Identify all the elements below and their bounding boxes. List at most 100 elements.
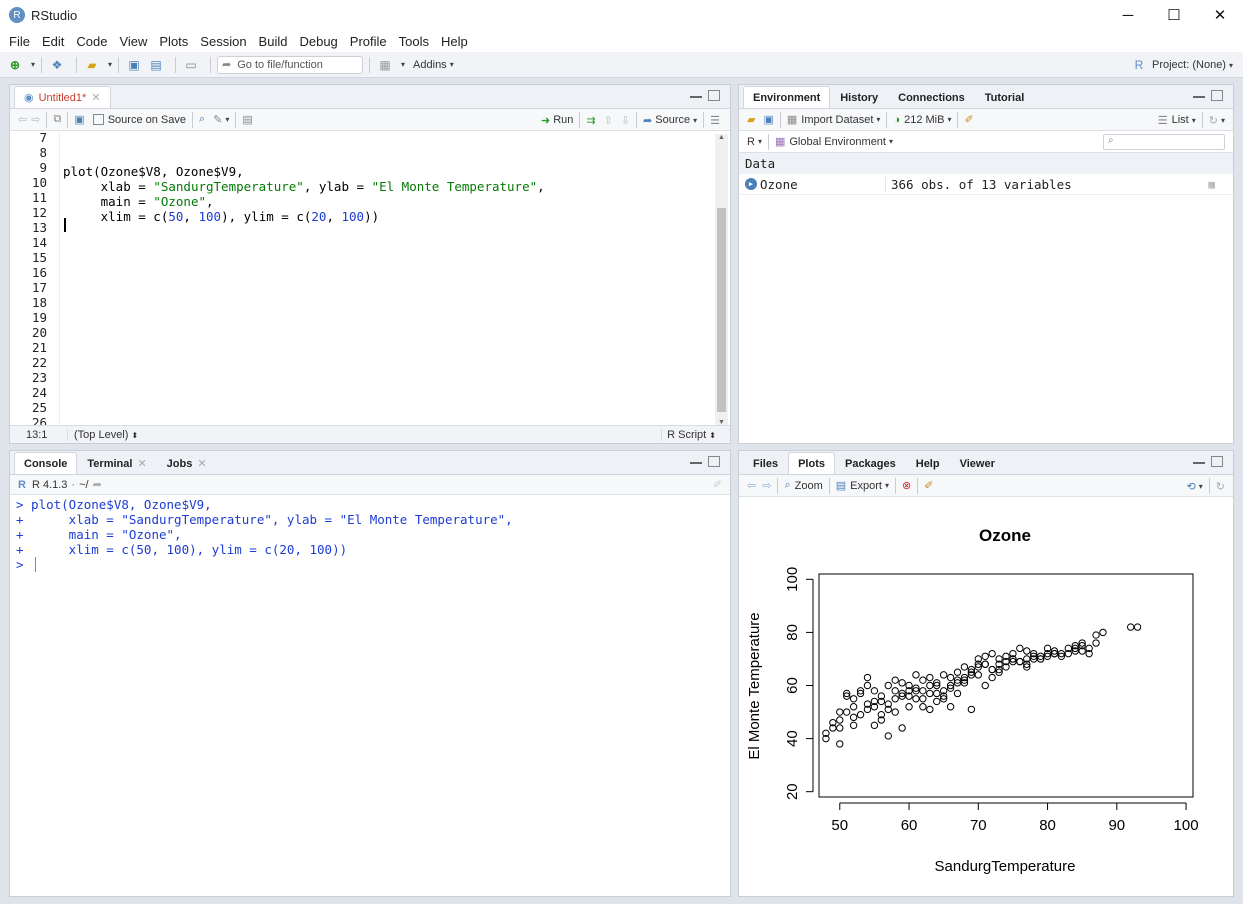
console-output[interactable]: > plot(Ozone$V8, Ozone$V9, + xlab = "San… [10, 495, 730, 895]
maximize-console-icon[interactable] [708, 456, 720, 467]
data-point [891, 687, 899, 695]
compile-report-icon[interactable]: ▤ [242, 113, 252, 126]
tab-terminal[interactable]: Terminal ✕ [77, 452, 156, 474]
maximize-pane-icon[interactable] [708, 90, 720, 101]
back-icon[interactable]: ⇦ [18, 113, 27, 126]
minimize-plots-icon[interactable] [1193, 462, 1205, 466]
menu-view[interactable]: View [113, 34, 153, 49]
scope-selector[interactable]: (Top Level) ⬍ [68, 429, 138, 441]
menu-code[interactable]: Code [70, 34, 113, 49]
close-tab-icon[interactable]: ✕ [91, 91, 100, 104]
file-type-selector[interactable]: R Script ⬍ [661, 428, 716, 441]
menu-debug[interactable]: Debug [293, 34, 343, 49]
goto-file-function-input[interactable]: ➦ Go to file/function [217, 55, 364, 74]
save-icon[interactable]: ▣ [125, 56, 143, 74]
tab-packages[interactable]: Packages [835, 452, 906, 474]
environment-search-input[interactable]: ⌕ [1103, 134, 1225, 150]
source-on-save-label: Source on Save [107, 113, 186, 126]
save-workspace-icon[interactable]: ▣ [763, 113, 773, 126]
data-point [884, 732, 892, 740]
menu-tools[interactable]: Tools [393, 34, 435, 49]
menu-session[interactable]: Session [194, 34, 252, 49]
minimize-console-icon[interactable] [690, 462, 702, 466]
save-all-icon[interactable]: ▤ [147, 56, 165, 74]
outline-icon[interactable]: ☰ [710, 114, 720, 127]
goto-arrow-icon: ➦ [222, 59, 232, 71]
code-tools-icon[interactable]: ✎ [213, 113, 222, 126]
go-to-directory-icon[interactable]: ➦ [93, 478, 102, 491]
tab-tutorial[interactable]: Tutorial [975, 86, 1035, 108]
language-select[interactable]: R [747, 136, 755, 148]
menu-profile[interactable]: Profile [344, 34, 393, 49]
source-button[interactable]: Source [655, 114, 690, 126]
load-workspace-icon[interactable]: ▰ [747, 113, 755, 126]
view-data-icon[interactable]: ▦ [1208, 178, 1215, 191]
tab-help[interactable]: Help [906, 452, 950, 474]
project-menu[interactable]: R Project: (None) ▾ [1130, 56, 1233, 74]
zoom-button[interactable]: Zoom [795, 480, 823, 492]
memory-usage[interactable]: 212 MiB [904, 114, 944, 126]
remove-plot-icon[interactable]: ⊗ [902, 479, 911, 492]
go-down-icon[interactable]: ⇩ [621, 114, 630, 127]
scrollbar-thumb[interactable] [717, 208, 726, 412]
tab-history[interactable]: History [830, 86, 888, 108]
tab-plots[interactable]: Plots [788, 452, 835, 474]
menu-plots[interactable]: Plots [153, 34, 194, 49]
broom-icon[interactable]: ✐ [964, 113, 973, 126]
tab-connections[interactable]: Connections [888, 86, 975, 108]
refresh-plot-icon[interactable]: ↻ [1216, 480, 1225, 493]
minimize-env-icon[interactable] [1193, 96, 1205, 100]
clear-console-icon[interactable]: ✐ [713, 478, 722, 491]
rerun-icon[interactable]: ⇉ [586, 114, 595, 127]
expand-icon[interactable]: ▶ [745, 178, 757, 190]
clear-plots-broom-icon[interactable]: ✐ [924, 479, 933, 492]
minimize-pane-icon[interactable] [690, 96, 702, 100]
search-icon[interactable]: ⌕ [199, 113, 205, 126]
import-dataset-icon: ▦ [786, 114, 798, 126]
tab-files[interactable]: Files [743, 452, 788, 474]
tab-console[interactable]: Console [14, 452, 78, 474]
close-terminal-icon[interactable]: ✕ [137, 457, 146, 470]
new-project-icon[interactable]: ❖ [48, 56, 66, 74]
previous-plot-icon[interactable]: ⇦ [747, 479, 756, 492]
publish-icon[interactable]: ⟲ [1187, 480, 1196, 493]
menu-edit[interactable]: Edit [36, 34, 70, 49]
show-in-window-icon[interactable]: ⧉ [53, 113, 61, 126]
print-icon[interactable]: ▭ [182, 56, 200, 74]
grid-layout-icon[interactable]: ▦ [376, 56, 394, 74]
run-button[interactable]: Run [553, 114, 573, 126]
tab-environment[interactable]: Environment [743, 86, 831, 108]
code-editor[interactable]: 7 8 9 10 11 12 13 14 15 16 17 18 19 20 21 22 23 24 25 26 pl… [10, 132, 730, 428]
addins-menu[interactable]: Addins [413, 59, 447, 71]
y-tick-label: 80 [784, 624, 801, 641]
minimize-button[interactable]: ─ [1105, 0, 1151, 30]
menu-help[interactable]: Help [435, 34, 474, 49]
maximize-env-icon[interactable] [1211, 90, 1223, 101]
maximize-button[interactable]: ☐ [1151, 0, 1197, 30]
environment-scope-select[interactable]: Global Environment [789, 136, 886, 148]
view-mode-select[interactable]: List [1172, 114, 1189, 126]
data-point [981, 660, 989, 668]
open-folder-icon[interactable]: ▰ [83, 56, 101, 74]
next-plot-icon[interactable]: ⇨ [762, 479, 771, 492]
go-up-icon[interactable]: ⇧ [604, 114, 613, 127]
tab-untitled1[interactable]: ◉ Untitled1* ✕ [14, 86, 111, 108]
refresh-env-icon[interactable]: ↻ [1209, 114, 1218, 127]
menu-file[interactable]: File [3, 34, 36, 49]
new-file-icon[interactable]: ⊕ [6, 56, 24, 74]
source-on-save-checkbox[interactable] [92, 114, 104, 125]
scroll-up-icon[interactable]: ▲ [715, 134, 728, 141]
maximize-plots-icon[interactable] [1211, 456, 1223, 467]
close-jobs-icon[interactable]: ✕ [197, 457, 206, 470]
table-row[interactable]: ▶ Ozone 366 obs. of 13 variables ▦ [739, 174, 1233, 195]
export-button[interactable]: Export [850, 480, 882, 492]
tab-jobs[interactable]: Jobs ✕ [157, 452, 217, 474]
console-prompt[interactable]: > [16, 557, 31, 572]
forward-icon[interactable]: ⇨ [31, 113, 40, 126]
close-window-button[interactable]: ✕ [1197, 0, 1243, 30]
tab-viewer[interactable]: Viewer [950, 452, 1005, 474]
import-dataset-button[interactable]: Import Dataset [801, 114, 873, 126]
editor-scrollbar[interactable]: ▲ ▼ [715, 134, 728, 426]
menu-build[interactable]: Build [253, 34, 294, 49]
save-file-icon[interactable]: ▣ [74, 113, 84, 126]
